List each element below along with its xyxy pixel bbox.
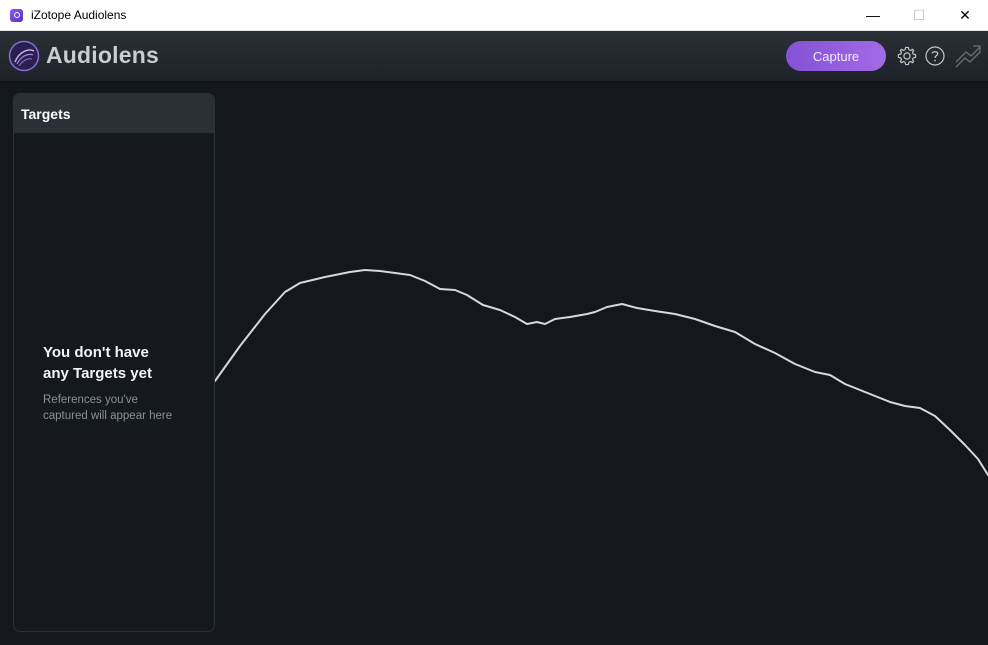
window-controls: — ☐ ✕ xyxy=(850,0,988,30)
link-icon[interactable] xyxy=(953,42,983,72)
empty-state-title-line2: any Targets yet xyxy=(43,365,152,382)
window-title: iZotope Audiolens xyxy=(31,8,127,22)
empty-state-subtitle-line1: References you've xyxy=(43,394,138,406)
help-icon[interactable] xyxy=(924,45,946,67)
frequency-response-graph xyxy=(215,269,988,476)
app-icon xyxy=(10,8,23,22)
minimize-button[interactable]: — xyxy=(850,0,896,30)
empty-state-title-line1: You don't have xyxy=(43,344,149,361)
targets-title: Targets xyxy=(21,105,71,122)
gear-icon[interactable] xyxy=(896,45,918,67)
app-brand: Audiolens xyxy=(46,42,159,68)
audiolens-logo-icon xyxy=(8,40,40,72)
maximize-button[interactable]: ☐ xyxy=(896,0,942,30)
targets-header: Targets xyxy=(14,94,214,133)
empty-state-subtitle: References you've captured will appear h… xyxy=(43,392,203,424)
frequency-response-curve xyxy=(215,269,988,476)
empty-state-subtitle-line2: captured will appear here xyxy=(43,410,173,422)
window-titlebar: iZotope Audiolens — ☐ ✕ xyxy=(0,0,988,31)
close-button[interactable]: ✕ xyxy=(942,0,988,30)
targets-panel: Targets You don't have any Targets yet R… xyxy=(13,93,215,632)
empty-state-title: You don't have any Targets yet xyxy=(43,342,203,384)
app-header: Audiolens Capture xyxy=(0,31,988,82)
capture-button[interactable]: Capture xyxy=(786,41,886,71)
